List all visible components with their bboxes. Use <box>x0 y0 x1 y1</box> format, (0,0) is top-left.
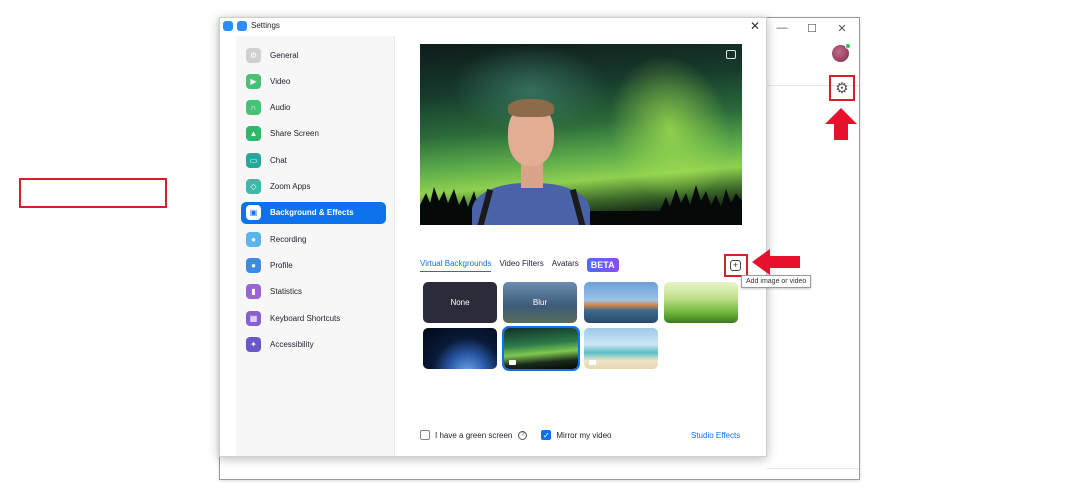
background-thumb-beach[interactable] <box>584 328 658 369</box>
sidebar-item-label: Video <box>270 76 291 86</box>
sidebar-item-audio[interactable]: ∩ Audio <box>241 97 386 119</box>
sidebar-item-label: Profile <box>270 260 293 270</box>
settings-title: Settings <box>251 21 280 30</box>
sidebar-item-background-effects[interactable]: ▣ Background & Effects <box>241 201 386 224</box>
sidebar-item-statistics[interactable]: ▮ Statistics <box>241 281 386 303</box>
sidebar-item-label: General <box>270 50 299 60</box>
sidebar-item-recording[interactable]: ● Recording <box>241 228 386 250</box>
beta-badge: BETA <box>586 258 619 272</box>
sidebar-item-general[interactable]: ⚙ General <box>241 44 386 66</box>
headphones-icon: ∩ <box>246 100 261 116</box>
thumb-label: Blur <box>532 298 548 307</box>
sidebar-item-label: Background & Effects <box>270 208 354 218</box>
background-thumb-none[interactable]: None <box>423 282 497 323</box>
sidebar-item-profile[interactable]: ● Profile <box>241 254 386 276</box>
mirror-video-label: Mirror my video <box>556 430 612 440</box>
settings-sidebar: ⚙ General ▶ Video ∩ Audio ▲ Share Screen ▭ Chat ◇ Z… <box>236 36 395 456</box>
tab-avatars[interactable]: Avatars <box>552 259 579 271</box>
accessibility-icon: ✦ <box>246 336 261 352</box>
stage: — ☐ ✕ ⚙ Settings ✕ ⚙ General ▶ Video ∩ Audio ▲… <box>0 0 1080 500</box>
sidebar-item-accessibility[interactable]: ✦ Accessibility <box>241 333 386 355</box>
sidebar-item-label: Share Screen <box>270 129 319 139</box>
sidebar-item-label: Audio <box>270 103 291 113</box>
mirror-video-checkbox[interactable]: ✓ <box>541 430 552 440</box>
video-icon: ▶ <box>246 73 261 89</box>
sidebar-item-video[interactable]: ▶ Video <box>241 70 386 92</box>
video-camera-icon <box>509 360 516 365</box>
background-tabs: Virtual Backgrounds Video Filters Avatar… <box>420 258 619 272</box>
person-hair <box>508 99 554 117</box>
nav-highlight-box <box>19 178 167 208</box>
background-thumb-earth[interactable] <box>423 328 497 369</box>
person-frame-icon: ▣ <box>246 205 261 221</box>
sidebar-item-label: Chat <box>270 155 287 165</box>
sidebar-item-label: Zoom Apps <box>270 182 311 191</box>
gear-icon: ⚙ <box>835 80 849 97</box>
studio-effects-link[interactable]: Studio Effects <box>691 431 740 440</box>
gear-icon: ⚙ <box>246 47 261 63</box>
share-screen-icon: ▲ <box>246 126 261 142</box>
sidebar-item-label: Recording <box>270 234 307 244</box>
add-image-highlight <box>724 254 748 277</box>
red-left-arrow-icon <box>752 249 800 275</box>
sidebar-item-label: Keyboard Shortcuts <box>270 313 341 323</box>
apps-icon: ◇ <box>246 179 261 194</box>
thumb-label: None <box>450 298 470 307</box>
zoom-settings-icon <box>237 21 247 31</box>
zoom-logo-icon <box>223 21 233 31</box>
chat-icon: ▭ <box>246 152 261 168</box>
keyboard-icon: ▦ <box>246 310 261 326</box>
main-bottom-divider <box>767 468 859 469</box>
background-thumb-aurora[interactable] <box>502 326 580 371</box>
background-thumb-grass[interactable] <box>664 282 738 323</box>
sidebar-item-share-screen[interactable]: ▲ Share Screen <box>241 123 386 145</box>
chart-icon: ▮ <box>246 284 261 300</box>
record-icon: ● <box>246 231 261 247</box>
green-screen-label: I have a green screen <box>435 430 513 440</box>
video-preview <box>420 44 742 225</box>
sidebar-item-zoom-apps[interactable]: ◇ Zoom Apps <box>241 176 386 198</box>
background-thumb-blur[interactable]: Blur <box>503 282 577 323</box>
help-icon[interactable]: ? <box>518 430 528 440</box>
settings-titlebar: Settings ✕ <box>220 18 766 36</box>
green-screen-checkbox[interactable] <box>420 430 430 440</box>
sidebar-item-chat[interactable]: ▭ Chat <box>241 149 386 171</box>
status-dot <box>845 43 851 49</box>
picture-in-picture-icon[interactable] <box>726 50 736 59</box>
person-icon: ● <box>246 257 261 273</box>
video-camera-icon <box>589 360 596 365</box>
settings-gear-button[interactable]: ⚙ <box>829 75 855 101</box>
sidebar-item-label: Statistics <box>270 287 303 297</box>
maximize-button[interactable]: ☐ <box>797 18 827 38</box>
settings-dialog: Settings ✕ ⚙ General ▶ Video ∩ Audio ▲ Share Sc… <box>219 17 767 457</box>
background-thumb-bridge[interactable] <box>584 282 658 323</box>
red-up-arrow-icon <box>825 108 857 140</box>
minimize-button[interactable]: — <box>767 18 797 38</box>
settings-close-icon[interactable]: ✕ <box>750 19 760 33</box>
tab-virtual-backgrounds[interactable]: Virtual Backgrounds <box>420 259 492 272</box>
sidebar-item-label: Accessibility <box>270 339 314 349</box>
main-close-button[interactable]: ✕ <box>827 18 857 38</box>
tab-video-filters[interactable]: Video Filters <box>499 259 543 271</box>
sidebar-item-keyboard-shortcuts[interactable]: ▦ Keyboard Shortcuts <box>241 307 386 329</box>
